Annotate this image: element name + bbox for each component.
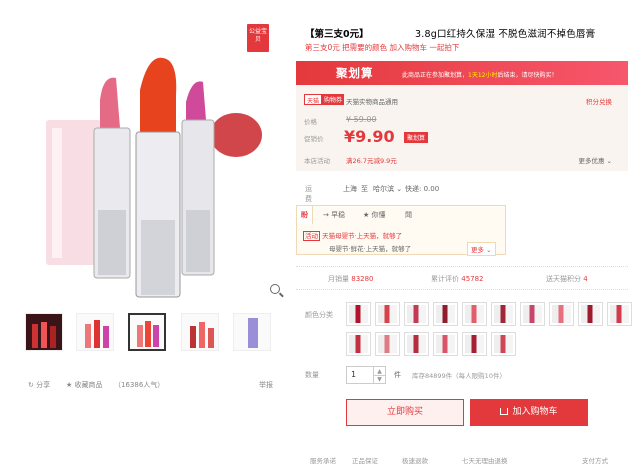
service-item-genuine: 正品保证 [352,457,378,465]
payment-methods[interactable]: 支付方式 [582,455,608,465]
service-label: 服务承诺 [310,457,336,465]
total-reviews[interactable]: 累计评价 45782 [431,274,484,284]
color-sku-option[interactable] [433,302,458,326]
lipstick-swatch-icon [436,335,455,353]
coupon-tag: 购物券 [322,94,345,105]
shipping-from: 上海 [343,185,357,193]
favorite-link[interactable]: ★ 收藏商品 [66,380,103,390]
color-sku-option[interactable] [404,332,429,356]
points-exchange-link[interactable]: 积分兑换 [586,96,612,106]
lipstick-swatch-icon [494,305,513,323]
quantity-input[interactable]: 1 [346,366,374,384]
store-promo-text: 满26.7元减9.9元 [346,157,397,165]
color-sku-option[interactable] [462,302,487,326]
buy-now-button[interactable]: 立即购买 [346,399,464,426]
thumbnail-1[interactable] [25,313,63,351]
lipstick-swatch-icon [349,335,368,353]
charity-badge: 公益宝贝 [247,24,269,52]
shipping-destination[interactable]: 哈尔滨 ⌄ [373,184,402,194]
cart-icon [500,408,509,415]
thumbnail-4[interactable] [181,313,219,351]
quantity-stepper[interactable]: ▲ ▼ [374,366,386,384]
decrement-icon[interactable]: ▼ [374,376,385,384]
monthly-sales: 月销量 83280 [328,275,374,283]
color-sku-option[interactable] [462,332,487,356]
popularity-count: （16386人气） [114,381,165,389]
thumbnail-5[interactable] [233,313,271,351]
tmall-points: 送天猫积分 4 [546,275,588,283]
service-item-return: 七天无理由退换 [462,457,508,465]
lipstick-swatch-icon [465,335,484,353]
tab-2[interactable]: → 早稳 [319,206,349,224]
share-row: ↻ 分享 ★ 收藏商品 （16386人气） 举报 [28,380,273,392]
lipstick-swatch-icon [407,305,426,323]
original-price: ¥ 59.00 [346,115,377,124]
lipstick-swatch-icon [494,335,513,353]
color-sku-option[interactable] [578,302,603,326]
store-promo-label: 本店活动 [304,157,330,165]
color-sku-grid [346,302,636,362]
lipstick-swatch-icon [436,305,455,323]
color-sku-option[interactable] [607,302,632,326]
juhuasuan-banner: 聚划算 此商品正在参加聚划算，1天12小时后结束，请尽快购买！ [296,61,628,85]
tmall-promo-line: 活动 天猫母婴节·上天猫，就够了 [303,231,403,241]
shipping-fee: 快递: 0.00 [405,185,440,193]
lipstick-swatch-icon [465,305,484,323]
product-title: 【第三支0元】 3.8g口红持久保湿 不脱色滋润不掉色唇膏 [305,29,596,40]
tab-1[interactable]: 盼 [297,206,313,224]
add-to-cart-button[interactable]: 加入购物车 [470,399,588,426]
color-sku-option[interactable] [520,302,545,326]
lipstick-swatch-icon [378,305,397,323]
juhuasuan-notice: 此商品正在参加聚划算，1天12小时后结束，请尽快购买！ [402,72,558,79]
promo-price: ¥9.90 [344,127,395,146]
quantity-label: 数量 [305,371,319,379]
color-sku-option[interactable] [491,332,516,356]
lipstick-swatch-icon [407,335,426,353]
promo-price-label: 促销价 [304,135,324,143]
lipstick-swatch-icon [610,305,629,323]
coupon-note: 天猫实物商品通用 [346,98,398,106]
main-product-image[interactable] [8,20,288,305]
lipstick-swatch-icon [581,305,600,323]
service-tabs: 盼 → 早稳 ★ 你懂 閗 活动 天猫母婴节·上天猫，就够了 母婴节·鲜花·上天… [296,205,506,256]
zoom-icon[interactable] [270,284,280,294]
tab-3[interactable]: ★ 你懂 [359,206,390,224]
tab-4[interactable]: 閗 [401,206,416,224]
lipstick-swatch-icon [378,335,397,353]
share-link[interactable]: ↻ 分享 [28,380,50,390]
thumbnail-2[interactable] [76,313,114,351]
price-box: 天猫 购物券 天猫实物商品通用 积分兑换 价格 ¥ 59.00 促销价 ¥9.9… [296,85,628,171]
stock-info: 库存84899件（每人限购10件） [412,372,506,380]
color-sku-option[interactable] [346,332,371,356]
product-subtitle: 第三支0元 把需要的颜色 加入购物车 一起拍下 [305,43,460,52]
increment-icon[interactable]: ▲ [374,367,385,376]
juhuasuan-logo: 聚划算 [336,66,374,80]
thumbnail-3[interactable] [128,313,166,351]
lipstick-swatch-icon [349,305,368,323]
shipping-to-prefix: 至 [361,185,368,193]
more-promo-link[interactable]: 更多优惠 ⌄ [578,155,612,165]
color-sku-option[interactable] [549,302,574,326]
color-sku-option[interactable] [375,302,400,326]
price-label: 价格 [304,118,317,126]
stats-row: 月销量 83280 累计评价 45782 送天猫积分 4 [296,266,628,290]
color-sku-option[interactable] [346,302,371,326]
tmall-promo-line-2: 母婴节·鲜花·上天猫，就够了 [329,245,412,253]
quantity-unit: 件 [394,371,401,379]
shipping-label: 运费 [305,185,312,203]
report-link[interactable]: 举报 [259,380,273,390]
color-sku-option[interactable] [404,302,429,326]
lipstick-swatch-icon [552,305,571,323]
more-activities-button[interactable]: 更多 ⌄ [467,242,496,256]
color-label: 颜色分类 [305,311,333,319]
price-badge: 聚划算 [404,132,429,143]
color-sku-option[interactable] [491,302,516,326]
tmall-tag: 天猫 [304,94,323,105]
lipstick-swatch-icon [523,305,542,323]
activity-tag: 活动 [303,231,320,241]
color-sku-option[interactable] [433,332,458,356]
service-item-refund: 极速退款 [402,457,428,465]
color-sku-option[interactable] [375,332,400,356]
